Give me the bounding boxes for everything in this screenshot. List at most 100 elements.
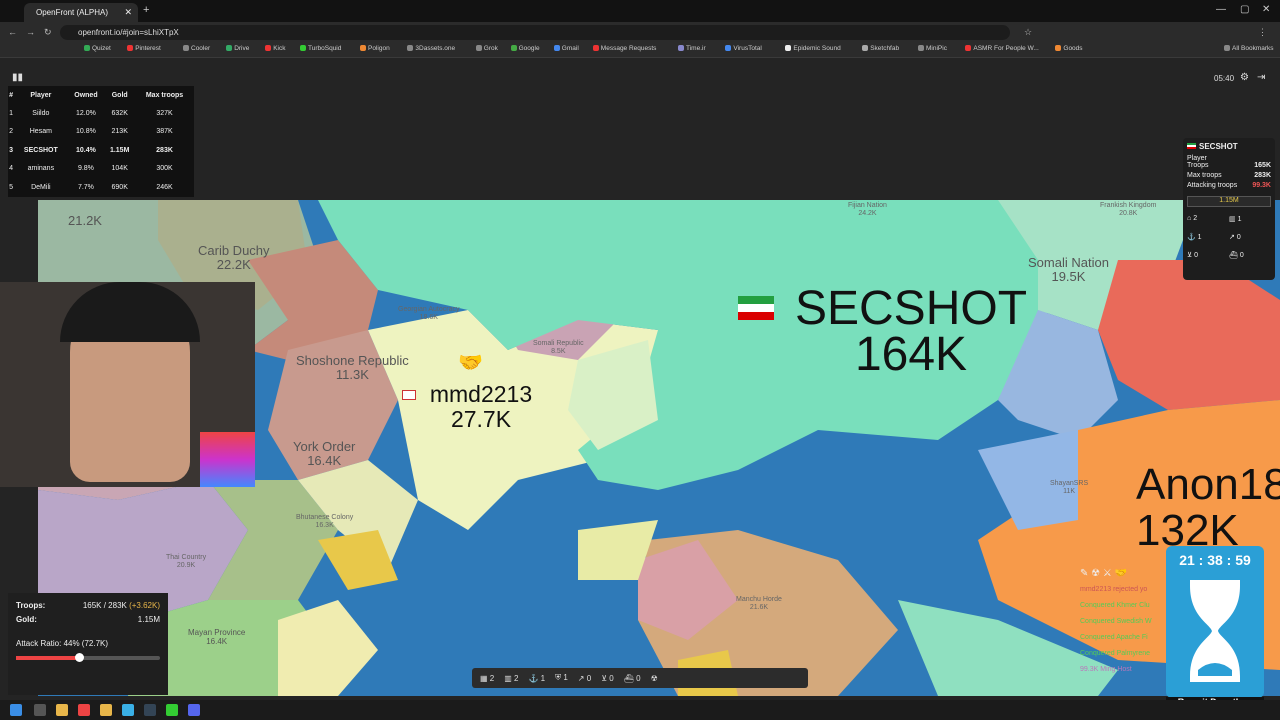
browser-tab[interactable]: OpenFront (ALPHA) ✕ — [24, 3, 138, 22]
bookmark-item[interactable]: 3Dassets.one — [407, 45, 455, 52]
leaderboard-toggle-icon[interactable]: ▮▮ — [12, 72, 23, 83]
menu-icon[interactable]: ⋮ — [1258, 27, 1267, 38]
build-warship-button[interactable]: ⛴ 0 — [624, 674, 641, 683]
player-label-mmd2213[interactable]: mmd2213 27.7K — [422, 382, 540, 432]
bookmark-item[interactable]: Message Requests — [593, 45, 657, 52]
build-sam-button[interactable]: ⊻ 0 — [601, 674, 614, 683]
region-label: ShayanSRS 11K — [1050, 480, 1089, 495]
region-label: 21.2K — [68, 213, 102, 228]
leaderboard-cell: 690K — [111, 183, 128, 191]
build-city-button[interactable]: ▦ 2 — [480, 674, 494, 683]
bookmark-item[interactable]: Goods — [1055, 45, 1082, 52]
event-item: Conquered Khmer Clu — [1080, 602, 1150, 609]
bookmark-item[interactable]: ASMR For People W... — [965, 45, 1038, 52]
telegram-icon[interactable] — [122, 704, 134, 716]
app-icon[interactable] — [100, 704, 112, 716]
player-info-panel: SECSHOT Player Troops 165K Max troops 283K… — [1183, 138, 1275, 280]
event-log: ✎ ☢ ⚔ 🤝 mmd2213 rejected yo Conquered Kh… — [1080, 566, 1166, 678]
leaderboard-header[interactable]: Max troops — [135, 86, 194, 104]
browser-tab-bar: OpenFront (ALPHA) ✕ + — ▢ ✕ — [0, 0, 1280, 22]
build-bar: ▦ 2 ▥ 2 ⚓ 1 ⛨ 1 ↗ 0 ⊻ 0 ⛴ 0 ☢ — [472, 668, 808, 688]
attack-ratio-label: Attack Ratio: 44% (72.7K) — [16, 639, 109, 648]
event-item: Conquered Palmyrene — [1080, 650, 1151, 657]
bookmark-item[interactable]: Sketchfab — [862, 45, 899, 52]
leaderboard-cell: 10.4% — [76, 146, 96, 154]
build-nuke-button[interactable]: ☢ — [651, 674, 658, 683]
attack-ratio-slider[interactable] — [16, 653, 160, 662]
event-item: mmd2213 rejected yo — [1080, 586, 1148, 593]
bookmark-item[interactable]: TurboSquid — [300, 45, 341, 52]
leaderboard-header[interactable]: Player — [14, 86, 67, 104]
windows-start-icon[interactable] — [10, 704, 22, 716]
url-field[interactable]: openfront.io/#join=sLhiXTpX — [60, 25, 1010, 40]
exit-icon[interactable]: ⇥ — [1257, 72, 1265, 83]
bookmark-item[interactable]: Gmail — [554, 45, 579, 52]
file-explorer-icon[interactable] — [56, 704, 68, 716]
slider-fill — [16, 656, 80, 660]
player-label-secshot[interactable]: SECSHOT 164K — [780, 285, 1042, 379]
port-count: ⚓ 1 — [1187, 234, 1202, 241]
leaderboard-row[interactable]: 2 Hesam 10.8% 213K 387K — [8, 123, 194, 142]
bookmark-item[interactable]: Poligon — [360, 45, 390, 52]
bookmark-item[interactable]: Kick — [265, 45, 285, 52]
leaderboard-row[interactable]: 4 aminans 9.8% 104K 300K — [8, 160, 194, 179]
slider-knob[interactable] — [75, 653, 85, 662]
tab-title: OpenFront (ALPHA) — [36, 8, 109, 17]
leaderboard-row[interactable]: 3 SECSHOT 10.4% 1.15M 283K — [8, 141, 194, 160]
bookmark-item[interactable]: Drive — [226, 45, 249, 52]
close-tab-icon[interactable]: ✕ — [124, 7, 132, 18]
discord-icon[interactable] — [188, 704, 200, 716]
leaderboard-row[interactable]: 1 Siildo 12.0% 632K 327K — [8, 104, 194, 123]
leaderboard-cell: 246K — [156, 183, 173, 191]
event-item: 99.3K Ming Host — [1080, 666, 1132, 673]
minimize-icon[interactable]: — — [1216, 4, 1226, 15]
leaderboard-cell: 213K — [111, 128, 128, 136]
bookmark-item[interactable]: Quizet — [84, 45, 111, 52]
leaderboard-cell: SECSHOT — [23, 146, 58, 154]
region-label: Bhutanese Colony 16.3K — [296, 514, 354, 529]
search-icon[interactable] — [34, 704, 46, 716]
bookmark-item[interactable]: Time.ir — [678, 45, 706, 52]
maximize-icon[interactable]: ▢ — [1240, 4, 1249, 15]
bookmark-item[interactable]: Grok — [476, 45, 498, 52]
settings-gear-icon[interactable]: ⚙ — [1240, 72, 1249, 83]
spotify-icon[interactable] — [166, 704, 178, 716]
leaderboard-cell: 300K — [156, 165, 173, 173]
leaderboard-cell: 327K — [156, 109, 173, 117]
region-label: Manchu Horde 21.6K — [736, 596, 782, 611]
steam-icon[interactable] — [144, 704, 156, 716]
attacking-troops-value: 99.3K — [1252, 182, 1271, 189]
leaderboard-header[interactable]: Gold — [104, 86, 135, 104]
close-window-icon[interactable]: ✕ — [1262, 4, 1270, 15]
rgb-light — [200, 432, 255, 487]
region-label: Mayan Province 16.4K — [188, 628, 246, 646]
event-log-toolbar: ✎ ☢ ⚔ 🤝 — [1080, 568, 1128, 579]
build-port-button[interactable]: ⚓ 1 — [528, 674, 545, 683]
leaderboard-header[interactable]: Owned — [68, 86, 105, 104]
bookmark-item[interactable]: MiniPic — [918, 45, 947, 52]
leaderboard-row[interactable]: 5 DeMili 7.7% 690K 246K — [8, 178, 194, 197]
build-factory-button[interactable]: ▥ 2 — [504, 674, 518, 683]
build-missile-button[interactable]: ↗ 0 — [578, 674, 591, 683]
region-label: Somali Nation 19.5K — [1028, 255, 1109, 284]
player-label-anon18[interactable]: Anon18 132K — [1136, 462, 1280, 554]
game-clock: 05:40 — [1214, 74, 1235, 83]
bookmark-item[interactable]: Cooler — [183, 45, 210, 52]
bookmark-item[interactable]: VirusTotal — [725, 45, 761, 52]
leaderboard-cell: 9.8% — [77, 165, 94, 173]
bookmark-item[interactable]: Pinterest — [127, 45, 161, 52]
back-icon[interactable]: ← — [8, 27, 17, 37]
bookmark-item[interactable]: Epidemic Sound — [785, 45, 840, 52]
chrome-icon[interactable] — [78, 704, 90, 716]
new-tab-icon[interactable]: + — [143, 4, 149, 16]
city-count: ⌂ 2 — [1187, 215, 1198, 222]
bookmark-star-icon[interactable]: ☆ — [1024, 27, 1032, 38]
bookmark-item[interactable]: Google — [511, 45, 540, 52]
sam-count: ⊻ 0 — [1187, 252, 1198, 259]
forward-icon[interactable]: → — [26, 27, 35, 37]
reload-icon[interactable]: ↻ — [44, 27, 52, 38]
bookmark-item[interactable]: All Bookmarks — [1224, 45, 1274, 52]
alliance-handshake-icon: 🤝 — [458, 352, 483, 374]
event-item: Conquered Swedish W — [1080, 618, 1152, 625]
build-defense-button[interactable]: ⛨ 1 — [555, 673, 568, 683]
